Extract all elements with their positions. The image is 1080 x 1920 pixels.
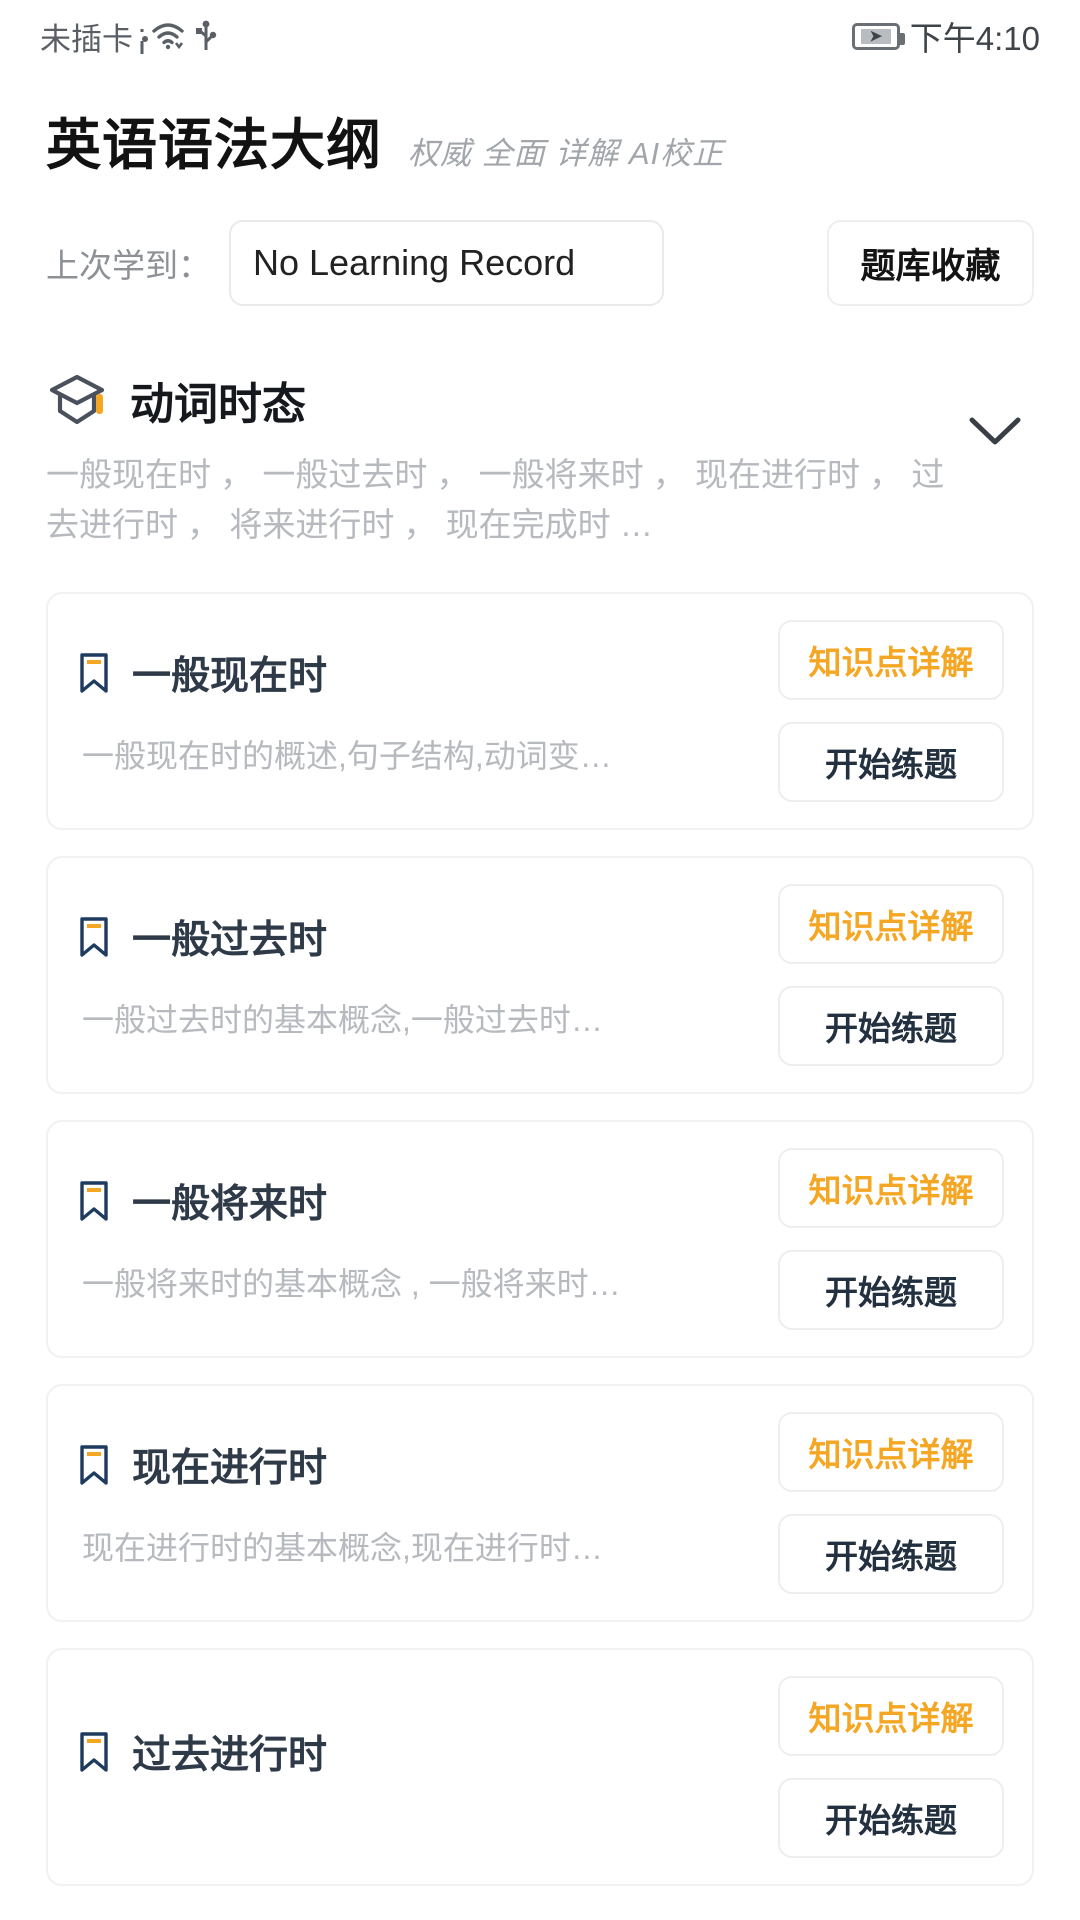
bookmark-icon[interactable]	[78, 1730, 110, 1774]
knowledge-detail-label: 知识点详解	[808, 1172, 974, 1210]
knowledge-detail-label: 知识点详解	[808, 908, 974, 946]
bookmark-icon[interactable]	[78, 651, 110, 695]
card-title-row: 过去进行时	[78, 1724, 764, 1780]
start-practice-button[interactable]: 开始练题	[778, 986, 1004, 1067]
start-practice-label: 开始练题	[825, 1538, 957, 1576]
card-description: 一般过去时的基本概念,一般过去时…	[82, 1002, 603, 1039]
app-header: 英语语法大纲 权威 全面 详解 AI校正 上次学到： No Learning R…	[0, 72, 1080, 306]
card-actions: 知识点详解 开始练题	[764, 884, 1004, 1067]
favorites-button[interactable]: 题库收藏	[827, 220, 1034, 306]
knowledge-detail-button[interactable]: 知识点详解	[778, 620, 1004, 701]
knowledge-detail-button[interactable]: 知识点详解	[778, 1148, 1004, 1229]
clock-label: 下午4:10	[909, 20, 1040, 57]
list-item[interactable]: 一般将来时 一般将来时的基本概念 , 一般将来时… 知识点详解 开始练题	[46, 1120, 1034, 1359]
knowledge-detail-label: 知识点详解	[808, 1700, 974, 1738]
section-description: 一般现在时 ， 一般过去时 ， 一般将来时 ， 现在进行时 ， 过去进行时 ， …	[46, 456, 945, 544]
card-title-row: 一般将来时	[78, 1173, 764, 1229]
card-actions: 知识点详解 开始练题	[764, 1676, 1004, 1859]
start-practice-label: 开始练题	[825, 746, 957, 784]
section-header[interactable]: 动词时态	[46, 368, 1034, 432]
last-learned-row: 上次学到： No Learning Record 题库收藏	[46, 220, 1034, 306]
list-item[interactable]: 一般现在时 一般现在时的概述,句子结构,动词变… 知识点详解 开始练题	[46, 592, 1034, 831]
last-learned-field[interactable]: No Learning Record	[229, 220, 664, 306]
card-title: 现在进行时	[132, 1447, 328, 1491]
graduation-cap-icon	[46, 372, 108, 428]
start-practice-label: 开始练题	[825, 1802, 957, 1840]
card-content: 过去进行时	[78, 1676, 764, 1858]
card-title-row: 一般现在时	[78, 645, 764, 701]
bookmark-icon[interactable]	[78, 1179, 110, 1223]
card-actions: 知识点详解 开始练题	[764, 620, 1004, 803]
knowledge-detail-button[interactable]: 知识点详解	[778, 884, 1004, 965]
page-subtitle: 权威 全面 详解 AI校正	[408, 136, 725, 171]
card-title-row: 一般过去时	[78, 909, 764, 965]
section-title: 动词时态	[130, 380, 306, 429]
status-bar-left: 未插卡	[40, 14, 218, 59]
card-description: 一般将来时的基本概念 , 一般将来时…	[82, 1266, 621, 1303]
card-title: 过去进行时	[132, 1734, 328, 1778]
knowledge-detail-button[interactable]: 知识点详解	[778, 1676, 1004, 1757]
section-verb-tense[interactable]: 动词时态 一般现在时 ， 一般过去时 ， 一般将来时 ， 现在进行时 ， 过去进…	[0, 368, 1080, 550]
title-row: 英语语法大纲 权威 全面 详解 AI校正	[46, 100, 1034, 180]
bookmark-icon[interactable]	[78, 1443, 110, 1487]
card-title: 一般过去时	[132, 919, 328, 963]
favorites-button-label: 题库收藏	[860, 246, 1001, 286]
bookmark-icon[interactable]	[78, 915, 110, 959]
card-content: 一般现在时 一般现在时的概述,句子结构,动词变…	[78, 620, 764, 802]
status-bar: 未插卡 ➤ 下午4:10	[0, 0, 1080, 72]
card-description: 一般现在时的概述,句子结构,动词变…	[82, 738, 612, 775]
card-content: 一般将来时 一般将来时的基本概念 , 一般将来时…	[78, 1148, 764, 1330]
start-practice-button[interactable]: 开始练题	[778, 1250, 1004, 1331]
card-actions: 知识点详解 开始练题	[764, 1148, 1004, 1331]
knowledge-detail-label: 知识点详解	[808, 1436, 974, 1474]
start-practice-button[interactable]: 开始练题	[778, 1778, 1004, 1859]
card-description: 现在进行时的基本概念,现在进行时…	[82, 1530, 603, 1567]
start-practice-label: 开始练题	[825, 1010, 957, 1048]
wifi-icon	[151, 21, 185, 51]
card-title: 一般现在时	[132, 655, 328, 699]
status-bar-right: ➤ 下午4:10	[851, 12, 1040, 60]
last-learned-label: 上次学到：	[46, 247, 211, 284]
last-learned-value: No Learning Record	[253, 242, 576, 283]
start-practice-button[interactable]: 开始练题	[778, 1514, 1004, 1595]
start-practice-button[interactable]: 开始练题	[778, 722, 1004, 803]
knowledge-detail-label: 知识点详解	[808, 644, 974, 682]
card-content: 一般过去时 一般过去时的基本概念,一般过去时…	[78, 884, 764, 1066]
start-practice-label: 开始练题	[825, 1274, 957, 1312]
knowledge-point-list: 一般现在时 一般现在时的概述,句子结构,动词变… 知识点详解 开始练题 一般过去…	[0, 592, 1080, 1887]
usb-icon	[194, 20, 218, 52]
carrier-label: 未插卡	[40, 21, 133, 57]
page-title: 英语语法大纲	[46, 114, 383, 176]
card-content: 现在进行时 现在进行时的基本概念,现在进行时…	[78, 1412, 764, 1594]
list-item[interactable]: 过去进行时 知识点详解 开始练题	[46, 1648, 1034, 1887]
list-item[interactable]: 一般过去时 一般过去时的基本概念,一般过去时… 知识点详解 开始练题	[46, 856, 1034, 1095]
card-actions: 知识点详解 开始练题	[764, 1412, 1004, 1595]
list-item[interactable]: 现在进行时 现在进行时的基本概念,现在进行时… 知识点详解 开始练题	[46, 1384, 1034, 1623]
chevron-down-icon[interactable]	[968, 414, 1022, 448]
card-title: 一般将来时	[132, 1183, 328, 1227]
card-title-row: 现在进行时	[78, 1437, 764, 1493]
battery-charging-icon: ➤	[851, 22, 905, 50]
knowledge-detail-button[interactable]: 知识点详解	[778, 1412, 1004, 1493]
